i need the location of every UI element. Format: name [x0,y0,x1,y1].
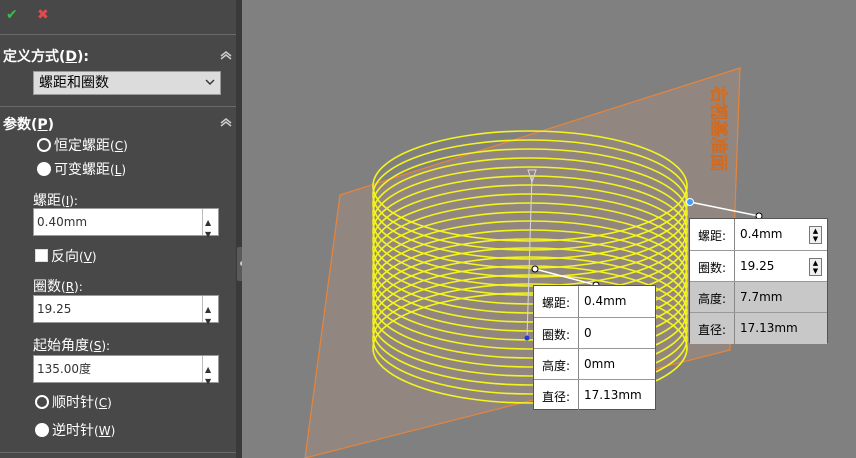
start-point-callout: 螺距: 0.4mm 圈数: 0 高度: 0mm 直径: 17.13mm [533,285,656,411]
callout-row: 高度: 7.7mm [690,281,827,313]
callout-row: 圈数: 0 [534,317,655,349]
callout-row: 直径: 17.13mm [534,379,655,411]
callout-pitch-spinner[interactable]: ▲ ▼ [809,226,822,244]
svg-text:右视基准面: 右视基准面 [708,86,729,171]
callout-revolutions-spinner[interactable]: ▲ ▼ [809,258,822,276]
plane-label: 右视基准面 [708,86,730,172]
callout-row: 直径: 17.13mm [690,312,827,344]
callout-row: 螺距: 0.4mm ▲ ▼ [690,219,827,250]
end-point-icon[interactable] [686,198,694,206]
leader-start-icon [531,265,539,273]
callout-row: 高度: 0mm [534,348,655,380]
end-point-callout: 螺距: 0.4mm ▲ ▼ 圈数: 19.25 ▲ ▼ 高度: 7.7mm 直径: 17.1… [689,218,828,344]
callout-row: 螺距: 0.4mm [534,286,655,317]
callout-row: 圈数: 19.25 ▲ ▼ [690,250,827,282]
start-point-icon[interactable] [524,335,530,341]
